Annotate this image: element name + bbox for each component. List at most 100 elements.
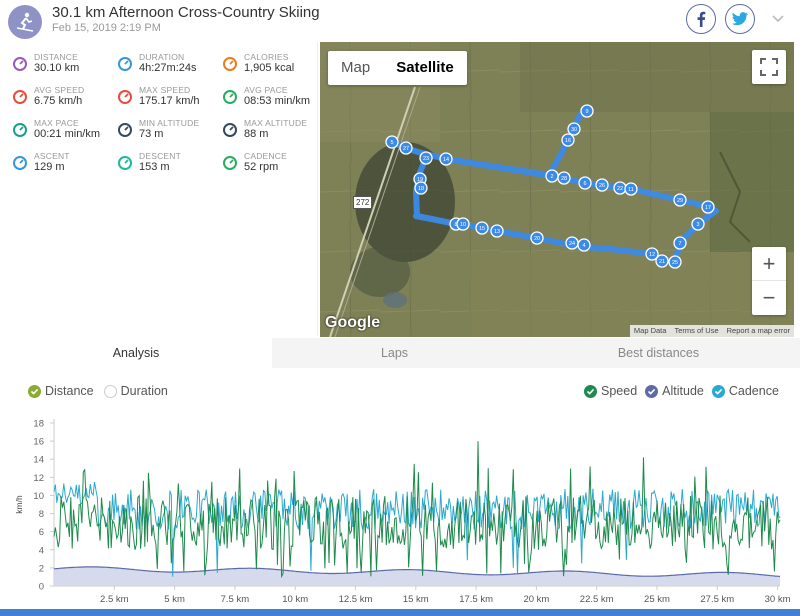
svg-text:30: 30 [571,127,577,133]
header: 30.1 km Afternoon Cross-Country Skiing F… [0,0,800,42]
x-tick-label: 10 km [282,594,308,605]
speed-altitude-cadence-chart[interactable]: 0 2 4 6 8 10 12 14 16 18 km/h 2.5 km 5 km 7.5 km 10 km… [0,408,800,616]
y-axis-label: km/h [14,495,24,514]
svg-text:25: 25 [672,260,678,266]
x-tick-label: 12.5 km [339,594,373,605]
flame-icon [223,57,237,71]
stat-ascent: ASCENT 129 m [12,151,112,181]
x-tick-label: 22.5 km [580,594,614,605]
stopwatch-icon [118,57,132,71]
stats-panel: DISTANCE 30.10 km DURATION 4h:27m:24s CALORI… [0,42,318,336]
zoom-in-button[interactable]: + [752,247,786,281]
svg-text:16: 16 [565,138,571,144]
stat-label: DESCENT [139,151,182,161]
check-icon [30,388,39,395]
check-icon [714,388,723,395]
cadence-label: Cadence [728,384,779,398]
route-marker[interactable]: 30 [567,122,581,136]
route-marker[interactable]: 24 [565,236,579,250]
tab-best-distances[interactable]: Best distances [517,338,800,368]
stat-value: 1,905 kcal [244,62,295,74]
map-data-link[interactable]: Map Data [630,325,671,337]
route-marker[interactable]: 11 [624,182,638,196]
speedometer-icon [118,90,132,104]
route-marker[interactable]: 18 [414,181,428,195]
route-marker[interactable]: 23 [419,151,433,165]
cadence-toggle[interactable] [711,384,725,398]
fullscreen-button[interactable] [752,50,786,84]
route-marker[interactable]: 13 [490,224,504,238]
footer-bar [0,609,800,616]
speed-toggle[interactable] [584,384,597,398]
road-sign: 272 [353,196,373,209]
tab-analysis[interactable]: Analysis [0,338,272,368]
route-marker[interactable]: 20 [530,231,544,245]
stat-avg-pace: AVG PACE 08:53 min/km [222,85,322,115]
route-marker[interactable]: 3 [691,217,705,231]
y-tick-label: 8 [39,509,44,520]
zoom-out-button[interactable]: − [752,281,786,315]
x-axis-selector: Distance Duration [28,382,168,400]
tab-laps[interactable]: Laps [272,338,517,368]
terms-of-use-link[interactable]: Terms of Use [670,325,722,337]
x-tick-label: 17.5 km [459,594,493,605]
google-logo: Google [325,314,381,331]
duration-label: Duration [120,384,168,398]
duration-radio[interactable] [103,384,117,398]
route-marker[interactable]: 22 [613,181,627,195]
stat-value: 175.17 km/h [139,95,200,107]
route-marker[interactable]: 4 [577,238,591,252]
route-marker[interactable]: 10 [456,217,470,231]
y-tick-label: 12 [33,473,44,484]
route-marker[interactable]: 16 [561,133,575,147]
stat-value: 129 m [34,161,65,173]
route-marker[interactable]: 7 [673,236,687,250]
svg-text:28: 28 [561,176,567,182]
route-marker[interactable]: 26 [595,178,609,192]
route-marker[interactable]: 15 [475,221,489,235]
route-marker[interactable]: 5 [385,135,399,149]
zoom-controls: + − [752,247,786,315]
stat-max-pace: MAX PACE 00:21 min/km [12,118,112,148]
facebook-share-button[interactable] [686,4,716,34]
cadence-icon [223,156,237,170]
pace-gauge-icon [223,90,237,104]
x-tick-label: 27.5 km [700,594,734,605]
route-marker[interactable]: 17 [701,200,715,214]
route-marker[interactable]: 29 [673,193,687,207]
stat-label: DISTANCE [34,52,78,62]
svg-text:7: 7 [678,241,681,247]
map-type-satellite-button[interactable]: Satellite [383,51,467,85]
stat-max-altitude: MAX ALTITUDE 88 m [222,118,322,148]
map-type-map-button[interactable]: Map [328,51,383,85]
svg-text:9: 9 [585,109,588,115]
twitter-share-button[interactable] [725,4,755,34]
route-marker[interactable]: 14 [439,152,453,166]
stat-label: MAX ALTITUDE [244,118,308,128]
speedometer-icon [13,90,27,104]
stat-cadence: CADENCE 52 rpm [222,151,322,181]
stat-label: MAX PACE [34,118,79,128]
svg-text:15: 15 [479,226,485,232]
route-marker[interactable]: 25 [668,255,682,269]
route-marker[interactable]: 28 [557,171,571,185]
stat-value: 88 m [244,128,269,140]
svg-text:13: 13 [494,229,500,235]
altitude-toggle[interactable] [645,384,659,398]
check-icon [586,388,595,395]
stat-descent: DESCENT 153 m [117,151,217,181]
report-map-error-link[interactable]: Report a map error [723,325,794,337]
route-marker[interactable]: 2 [545,169,559,183]
route-marker[interactable]: 12 [645,247,659,261]
distance-radio[interactable] [28,384,41,398]
route-marker[interactable]: 9 [580,104,594,118]
series-toggles: Speed Altitude Cadence [584,382,779,400]
route-map[interactable]: 9 30 16 5 27 23 14 19 18 2 28 6 26 22 11 29 17 3 7 25 21 12 8 1… [320,42,794,337]
svg-text:18: 18 [418,186,424,192]
activity-title: 30.1 km Afternoon Cross-Country Skiing [52,4,320,21]
route-marker[interactable]: 27 [399,141,413,155]
svg-text:5: 5 [390,140,393,146]
route-marker[interactable]: 6 [578,176,592,190]
stat-distance: DISTANCE 30.10 km [12,52,112,82]
chevron-down-icon[interactable] [770,10,786,26]
